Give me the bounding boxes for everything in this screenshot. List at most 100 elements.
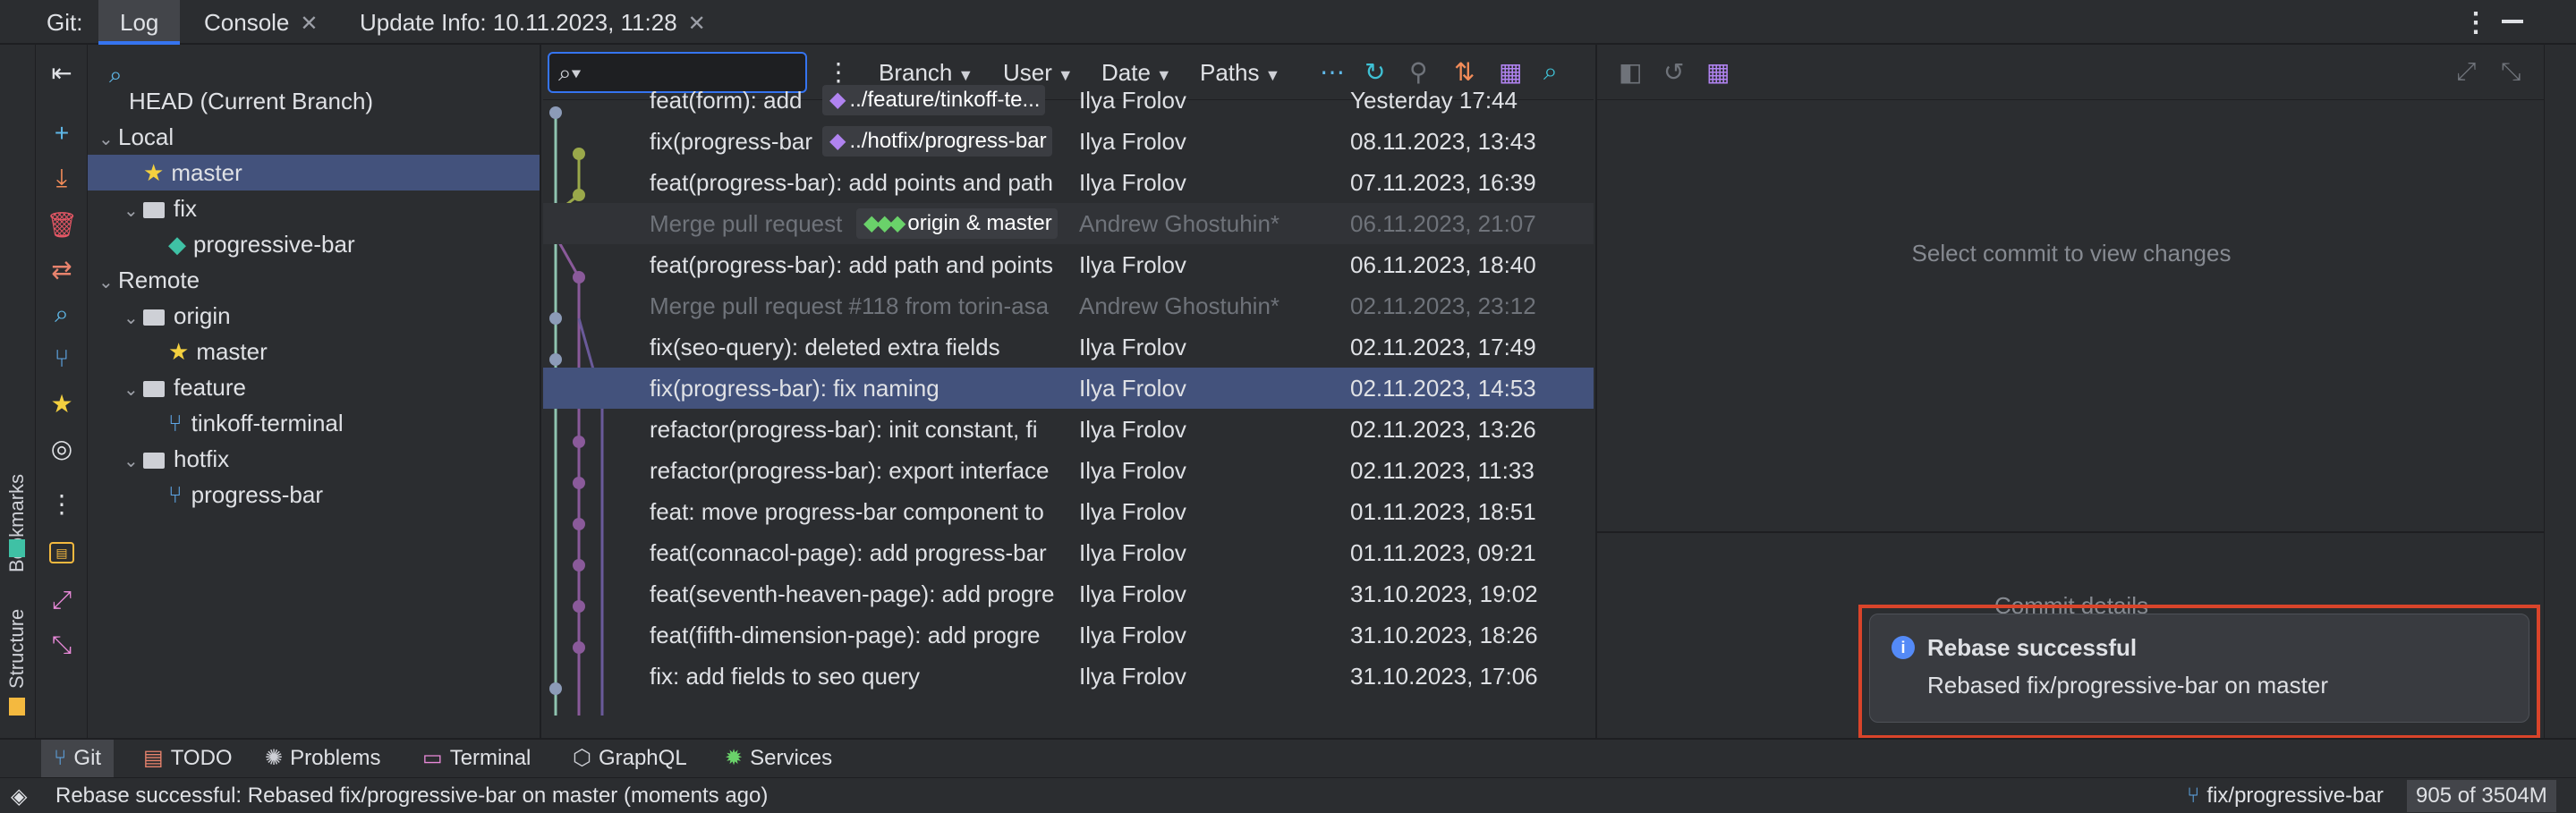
commit-author: Ilya Frolov: [1079, 128, 1186, 155]
structure-icon: [9, 698, 25, 716]
layout-grid-icon[interactable]: ▦: [1706, 57, 1730, 87]
expand-all-icon[interactable]: ⤢: [47, 585, 77, 615]
new-branch-icon[interactable]: +: [47, 118, 77, 148]
commit-message: refactor(progress-bar): export interface: [650, 457, 1050, 484]
commit-message: fix(seo-query): deleted extra fields: [650, 334, 1000, 360]
commit-row[interactable]: feat(progress-bar): add points and path I…: [543, 162, 1594, 203]
tag-icon: ◆: [168, 231, 186, 258]
commit-message: feat(progress-bar): add path and points: [650, 251, 1053, 278]
ref-label-text: origin & master: [907, 211, 1052, 235]
commit-author: Ilya Frolov: [1079, 416, 1186, 443]
commit-row[interactable]: feat(connacol-page): add progress-bar Ily…: [543, 532, 1594, 573]
tab-update-info[interactable]: Update Info: 10.11.2023, 11:28 ✕: [360, 0, 706, 45]
commit-author: Ilya Frolov: [1079, 663, 1186, 690]
bookmarks-stripe-button[interactable]: Bookmarks: [5, 474, 29, 572]
collapse-panel-icon[interactable]: ⇤: [47, 57, 77, 88]
tab-log[interactable]: Log: [98, 0, 181, 45]
tree-row[interactable]: ★ master: [88, 155, 540, 191]
tree-row[interactable]: HEAD (Current Branch): [88, 83, 540, 119]
commit-row[interactable]: feat(progress-bar): add path and points I…: [543, 244, 1594, 285]
commit-row[interactable]: feat(seventh-heaven-page): add progre Ily…: [543, 573, 1594, 614]
bottom-tab-services[interactable]: ✹ Services: [725, 740, 832, 777]
divider[interactable]: [1597, 531, 2546, 533]
tree-row-label: progress-bar: [191, 481, 324, 508]
chevron-down-icon[interactable]: ⌄: [98, 122, 118, 157]
more-icon[interactable]: ⋮: [47, 488, 77, 519]
close-icon[interactable]: ✕: [688, 12, 706, 36]
current-branch-widget[interactable]: ⑂ fix/progressive-bar: [2187, 783, 2384, 809]
tree-row[interactable]: ⌄ origin: [88, 298, 540, 334]
close-icon[interactable]: ✕: [300, 12, 318, 36]
rebase-notification[interactable]: i Rebase successful Rebased fix/progress…: [1869, 614, 2529, 723]
minimize-icon[interactable]: [2502, 20, 2523, 23]
commit-row[interactable]: feat(form): add ◆ ../feature/tinkoff-te...…: [543, 80, 1594, 121]
bottom-tab-problems[interactable]: ✺ Problems: [265, 740, 380, 777]
ref-label[interactable]: ◆◆◆ origin & master: [856, 208, 1058, 239]
chevron-down-icon[interactable]: ⌄: [98, 265, 118, 301]
tab-console[interactable]: Console ✕: [204, 0, 319, 45]
tree-row[interactable]: ⌄ Local: [88, 119, 540, 155]
info-icon: i: [1892, 636, 1915, 659]
tree-row[interactable]: ⌄ hotfix: [88, 441, 540, 477]
commit-row[interactable]: fix(progress-bar ◆ ../hotfix/progress-bar I…: [543, 121, 1594, 162]
star-icon: ★: [168, 338, 190, 365]
services-icon: ✹: [725, 746, 744, 770]
memory-indicator[interactable]: 905 of 3504M: [2407, 780, 2556, 812]
status-message[interactable]: Rebase successful: Rebased fix/progressi…: [55, 783, 768, 809]
delete-icon[interactable]: 🗑: [46, 209, 78, 240]
commit-row[interactable]: fix(seo-query): deleted extra fields Ilya…: [543, 326, 1594, 368]
commit-author: Ilya Frolov: [1079, 375, 1186, 402]
layers-icon[interactable]: ◈: [11, 783, 27, 809]
history-icon[interactable]: ↺: [1663, 57, 1684, 87]
update-project-icon[interactable]: ⤓: [47, 163, 77, 193]
compare-icon[interactable]: ⇄: [47, 254, 77, 284]
group-by-icon[interactable]: ▤: [49, 542, 74, 563]
ref-label[interactable]: ◆ ../hotfix/progress-bar: [822, 126, 1052, 157]
bottom-tab-todo[interactable]: ▤ TODO: [143, 740, 233, 777]
commit-row[interactable]: Merge pull request #118 from torin-asa An…: [543, 285, 1594, 326]
commit-row[interactable]: fix: add fields to seo query Ilya Frolov 3…: [543, 656, 1594, 697]
tree-row[interactable]: ⌄ Remote: [88, 262, 540, 298]
bottom-tab-label: Terminal: [449, 746, 531, 770]
bottom-tab-git[interactable]: ⑂ Git: [41, 740, 115, 777]
commit-row[interactable]: refactor(progress-bar): export interface…: [543, 450, 1594, 491]
bottom-tab-terminal[interactable]: ▭ Terminal: [422, 740, 531, 777]
favorite-star-icon[interactable]: ★: [47, 388, 77, 419]
chevron-down-icon[interactable]: ⌄: [123, 444, 143, 479]
diff-icon[interactable]: ◧: [1619, 57, 1642, 87]
tree-row-label: hotfix: [174, 445, 230, 472]
more-options-icon[interactable]: ⋮: [2462, 7, 2489, 38]
tool-window-header: Git: Log Console ✕ Update Info: 10.11.202…: [0, 0, 2576, 45]
target-icon[interactable]: ◎: [47, 433, 77, 463]
commit-message: Merge pull request #118 from torin-asa: [650, 292, 1050, 319]
collapse-all-icon[interactable]: ⤡: [47, 630, 77, 660]
search-icon[interactable]: ⌕: [47, 299, 77, 329]
commit-message: feat(fifth-dimension-page): add progre: [650, 622, 1041, 648]
details-scrollbar[interactable]: [2544, 45, 2576, 738]
bottom-tab-graphql[interactable]: ⬡ GraphQL: [573, 740, 687, 777]
expand-icon[interactable]: ⤢: [2456, 57, 2476, 87]
commit-message: feat(progress-bar): add points and path: [650, 169, 1053, 196]
collapse-icon[interactable]: ⤡: [2501, 57, 2521, 87]
tree-row[interactable]: ★ master: [88, 334, 540, 369]
chevron-down-icon[interactable]: ⌄: [123, 301, 143, 336]
chevron-down-icon[interactable]: ⌄: [123, 193, 143, 229]
commit-date: 07.11.2023, 16:39: [1350, 169, 1536, 196]
commit-row[interactable]: Merge pull request ◆◆◆ origin & master Andr…: [543, 203, 1594, 244]
tree-row[interactable]: ◆ progressive-bar: [88, 226, 540, 262]
structure-stripe-button[interactable]: Structure: [5, 609, 29, 689]
tree-row[interactable]: ⌄ fix: [88, 191, 540, 226]
commit-row[interactable]: feat(fifth-dimension-page): add progre Il…: [543, 614, 1594, 656]
commit-row[interactable]: fix(progress-bar): fix naming Ilya Frolov…: [543, 368, 1594, 409]
chevron-down-icon[interactable]: ⌄: [123, 372, 143, 408]
tree-row[interactable]: ⑂ tinkoff-terminal: [88, 405, 540, 441]
commit-author: Andrew Ghostuhin*: [1079, 292, 1280, 319]
branches-icon[interactable]: ⑂: [47, 343, 77, 374]
ref-label[interactable]: ◆ ../feature/tinkoff-te...: [822, 85, 1046, 115]
commit-date: 06.11.2023, 21:07: [1350, 210, 1536, 237]
tree-row[interactable]: ⑂ progress-bar: [88, 477, 540, 512]
commit-row[interactable]: feat: move progress-bar component to Ilya…: [543, 491, 1594, 532]
todo-icon: ▤: [143, 746, 164, 770]
tree-row[interactable]: ⌄ feature: [88, 369, 540, 405]
commit-row[interactable]: refactor(progress-bar): init constant, f…: [543, 409, 1594, 450]
